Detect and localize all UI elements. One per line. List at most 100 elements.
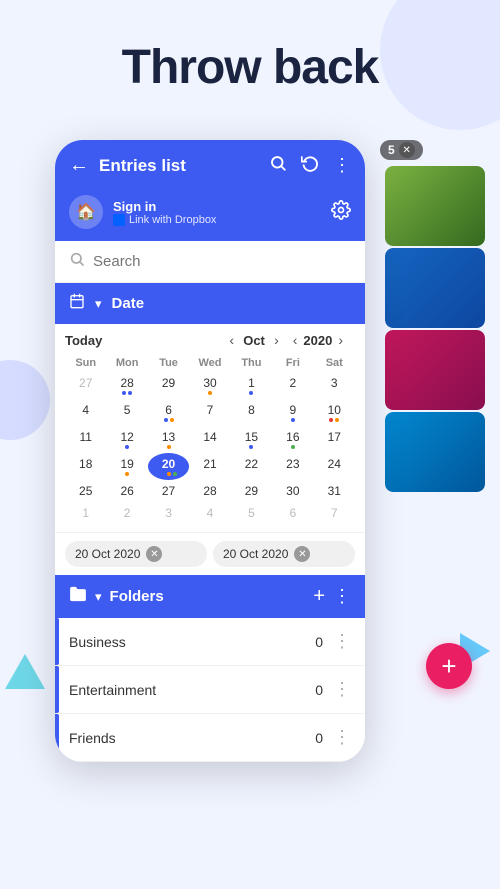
calendar-day-cell[interactable]: 22 [231,453,272,480]
calendar-day-cell[interactable]: 26 [106,480,147,502]
folder-item-name: Business [69,634,315,650]
calendar-day-cell[interactable]: 5 [231,502,272,524]
date-range-row: 20 Oct 2020 ✕ 20 Oct 2020 ✕ [55,532,365,575]
year-prev-btn[interactable]: ‹ [291,332,300,348]
fab-button[interactable]: + [426,643,472,689]
calendar-day-cell[interactable]: 20 [148,453,189,480]
date-section-header[interactable]: ▾ Date [55,283,365,324]
topbar: ← Entries list ⋮ [55,140,365,187]
calendar-day-cell[interactable]: 14 [189,426,230,453]
dropbox-text: Link with Dropbox [113,214,216,226]
more-icon[interactable]: ⋮ [333,155,351,176]
calendar-day-cell[interactable]: 8 [231,399,272,426]
calendar-day-cell[interactable]: 2 [106,502,147,524]
calendar-day-cell[interactable]: 16 [272,426,313,453]
badge-close-btn[interactable]: ✕ [399,142,415,158]
calendar-day-cell[interactable]: 6 [272,502,313,524]
image-city [385,248,485,328]
back-button[interactable]: ← [69,154,89,177]
calendar-day-header: Fri [272,354,313,372]
month-nav: ‹ Oct › [227,332,280,348]
calendar-day-cell[interactable]: 1 [65,502,106,524]
calendar-day-header: Sun [65,354,106,372]
signin-left: 🏠 Sign in Link with Dropbox [69,195,216,229]
calendar-day-cell[interactable]: 7 [314,502,355,524]
date-end-clear-btn[interactable]: ✕ [294,546,310,562]
history-icon[interactable] [301,154,319,177]
search-input-icon [69,251,85,272]
calendar-day-cell[interactable]: 21 [189,453,230,480]
calendar-day-cell[interactable]: 19 [106,453,147,480]
add-folder-btn[interactable]: + [313,585,325,608]
calendar-day-cell[interactable]: 28 [106,372,147,399]
search-input[interactable] [93,253,351,270]
date-end-chip: 20 Oct 2020 ✕ [213,541,355,567]
folder-item-name: Friends [69,730,315,746]
calendar-day-cell[interactable]: 10 [314,399,355,426]
month-prev-btn[interactable]: ‹ [227,332,236,348]
calendar-grid: SunMonTueWedThuFriSat2728293012345678910… [65,354,355,524]
calendar-day-cell[interactable]: 17 [314,426,355,453]
calendar-day-cell[interactable]: 6 [148,399,189,426]
calendar-day-header: Sat [314,354,355,372]
calendar-day-cell[interactable]: 29 [231,480,272,502]
folders-more-btn[interactable]: ⋮ [333,586,351,607]
year-next-btn[interactable]: › [336,332,345,348]
calendar-day-cell[interactable]: 13 [148,426,189,453]
calendar-day-cell[interactable]: 30 [189,372,230,399]
calendar-day-cell[interactable]: 27 [148,480,189,502]
calendar-day-cell[interactable]: 15 [231,426,272,453]
month-next-btn[interactable]: › [272,332,281,348]
badge-count: 5 [388,143,395,157]
calendar-day-cell[interactable]: 25 [65,480,106,502]
calendar: Today ‹ Oct › ‹ 2020 › SunMonTueWedThuFr… [55,324,365,532]
calendar-day-cell[interactable]: 4 [189,502,230,524]
date-start-value: 20 Oct 2020 [75,547,140,561]
phone-mockup: ← Entries list ⋮ 🏠 Sign in Link with Dro… [55,140,365,762]
settings-icon[interactable] [331,200,351,225]
calendar-day-cell[interactable]: 27 [65,372,106,399]
folder-item-more-btn[interactable]: ⋮ [333,679,351,700]
folder-icon [69,585,87,608]
calendar-day-cell[interactable]: 12 [106,426,147,453]
calendar-day-cell[interactable]: 1 [231,372,272,399]
calendar-day-cell[interactable]: 5 [106,399,147,426]
signin-label: Sign in [113,199,216,214]
calendar-day-cell[interactable]: 4 [65,399,106,426]
topbar-left: ← Entries list [69,154,186,177]
calendar-day-cell[interactable]: 11 [65,426,106,453]
calendar-day-cell[interactable]: 3 [148,502,189,524]
dropbox-label: Link with Dropbox [129,214,216,226]
calendar-day-cell[interactable]: 30 [272,480,313,502]
folder-item-more-btn[interactable]: ⋮ [333,631,351,652]
calendar-day-cell[interactable]: 23 [272,453,313,480]
folders-section-header: ▾ Folders + ⋮ [55,575,365,618]
list-item[interactable]: Entertainment 0 ⋮ [55,666,365,714]
calendar-day-cell[interactable]: 18 [65,453,106,480]
calendar-day-cell[interactable]: 24 [314,453,355,480]
search-icon[interactable] [269,154,287,177]
image-grass [385,166,485,246]
folder-item-more-btn[interactable]: ⋮ [333,727,351,748]
signin-bar: 🏠 Sign in Link with Dropbox [55,187,365,241]
dropbox-logo [113,214,125,226]
date-start-chip: 20 Oct 2020 ✕ [65,541,207,567]
calendar-day-header: Mon [106,354,147,372]
calendar-day-cell[interactable]: 7 [189,399,230,426]
list-item[interactable]: Friends 0 ⋮ [55,714,365,762]
date-section-title: Date [112,295,145,312]
calendar-day-header: Thu [231,354,272,372]
date-start-clear-btn[interactable]: ✕ [146,546,162,562]
today-label[interactable]: Today [65,333,102,348]
calendar-day-cell[interactable]: 28 [189,480,230,502]
calendar-day-cell[interactable]: 31 [314,480,355,502]
list-item[interactable]: Business 0 ⋮ [55,618,365,666]
calendar-icon [69,293,85,314]
calendar-day-cell[interactable]: 29 [148,372,189,399]
bg-decoration-triangle-bl [5,654,45,689]
calendar-day-cell[interactable]: 9 [272,399,313,426]
calendar-day-cell[interactable]: 3 [314,372,355,399]
image-badge-overlay: 5 ✕ [380,140,423,160]
calendar-day-cell[interactable]: 2 [272,372,313,399]
folder-item-count: 0 [315,682,323,698]
